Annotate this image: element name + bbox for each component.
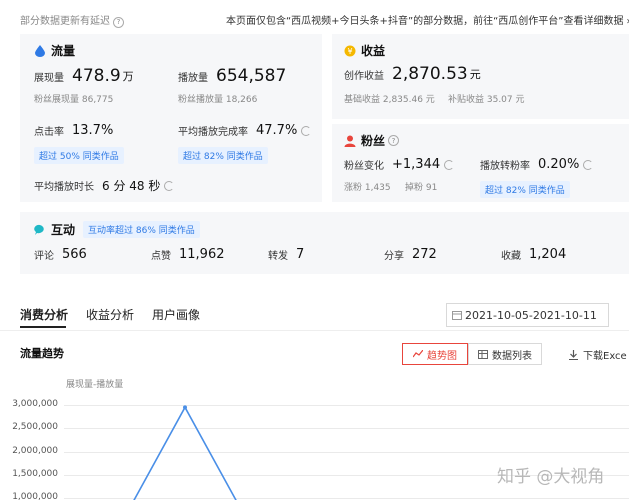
- data-point[interactable]: [183, 405, 187, 410]
- series-line: [133, 405, 237, 500]
- trend-line-chart: [133, 405, 237, 500]
- watermark: 知乎 @大视角: [497, 467, 605, 487]
